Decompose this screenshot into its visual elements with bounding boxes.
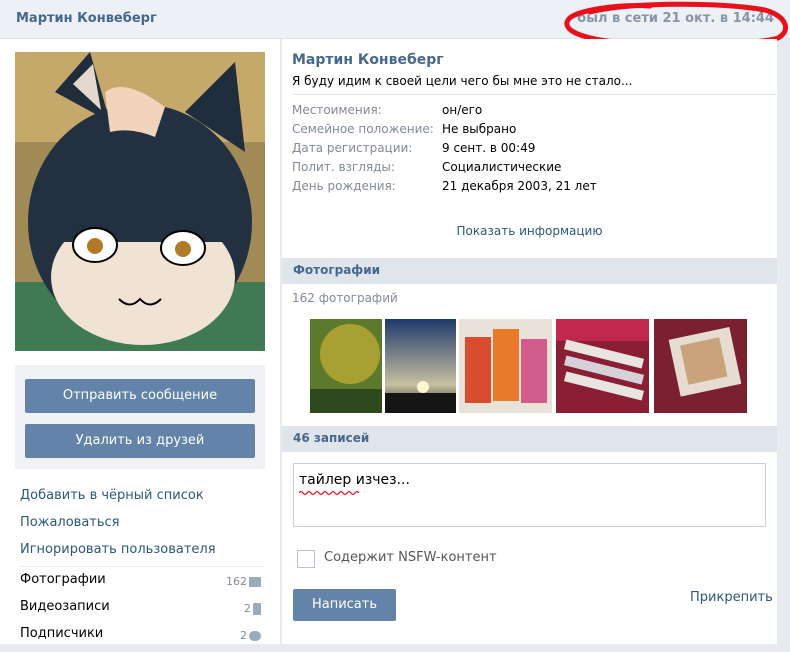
header-name[interactable]: Мартин Конвеберг — [16, 11, 157, 26]
info-row-birthday: День рождения: 21 декабря 2003, 21 лет — [292, 177, 597, 196]
info-label: Семейное положение: — [292, 122, 434, 136]
avatar[interactable] — [15, 52, 265, 351]
profile-status: Я буду идим к своей цели чего бы мне это… — [292, 74, 633, 88]
spellcheck-underline — [299, 490, 359, 496]
profile-name: Мартин Конвеберг — [292, 52, 444, 68]
post-submit-button[interactable]: Написать — [293, 589, 396, 621]
info-label: Дата регистрации: — [292, 141, 413, 155]
wall-section-header: 46 записей — [282, 426, 777, 452]
info-label: День рождения: — [292, 179, 396, 193]
send-message-button[interactable]: Отправить сообщение — [25, 379, 255, 413]
link-label: Пожаловаться — [20, 515, 120, 530]
link-label: Фотографии — [20, 572, 106, 587]
side-links: Добавить в чёрный список Пожаловаться Иг… — [20, 487, 265, 652]
link-blacklist[interactable]: Добавить в чёрный список — [20, 487, 265, 514]
attach-link[interactable]: Прикрепить — [690, 590, 773, 605]
info-row-pronouns: Местоимения: он/его — [292, 101, 597, 120]
section-title: Фотографии — [293, 263, 381, 277]
link-ignore[interactable]: Игнорировать пользователя — [20, 541, 265, 568]
link-label: Подписчики — [20, 626, 104, 641]
remove-friend-button[interactable]: Удалить из друзей — [25, 424, 255, 458]
link-label: Добавить в чёрный список — [20, 488, 204, 503]
photos-count: 162 — [226, 573, 261, 591]
info-row-registration: Дата регистрации: 9 сент. в 00:49 — [292, 139, 597, 158]
section-title: 46 записей — [293, 431, 370, 445]
nsfw-label[interactable]: Содержит NSFW-контент — [324, 550, 497, 565]
info-value: Социалистические — [442, 160, 562, 174]
photo-thumbnail[interactable] — [385, 319, 456, 413]
info-label: Местоимения: — [292, 103, 382, 117]
photo-thumbnail[interactable] — [654, 319, 747, 413]
left-column: Отправить сообщение Удалить из друзей До… — [0, 39, 280, 644]
link-report[interactable]: Пожаловаться — [20, 514, 265, 541]
info-row-political: Полит. взгляды: Социалистические — [292, 158, 597, 177]
info-value: 21 декабря 2003, 21 лет — [442, 179, 597, 193]
photos-count-text[interactable]: 162 фотографий — [292, 291, 398, 305]
photo-thumbnail[interactable] — [556, 319, 649, 413]
people-icon — [249, 631, 261, 641]
link-followers[interactable]: Подписчики 2 — [20, 625, 265, 652]
info-label: Полит. взгляды: — [292, 160, 395, 174]
info-value: Не выбрано — [442, 122, 517, 136]
photo-thumbnail[interactable] — [459, 319, 552, 413]
profile-info: Местоимения: он/его Семейное положение: Не… — [292, 101, 597, 196]
post-input[interactable]: тайлер изчез... — [293, 463, 766, 527]
profile-actions: Отправить сообщение Удалить из друзей — [15, 365, 265, 469]
info-value: он/его — [442, 103, 483, 117]
divider — [292, 94, 777, 95]
show-info-link[interactable]: Показать информацию — [282, 224, 777, 238]
photo-thumbnail[interactable] — [310, 319, 382, 413]
nsfw-checkbox[interactable] — [297, 550, 315, 568]
link-label: Видеозаписи — [20, 599, 110, 614]
info-row-relationship: Семейное положение: Не выбрано — [292, 120, 597, 139]
photos-section-header[interactable]: Фотографии — [282, 258, 777, 284]
link-photos[interactable]: Фотографии 162 — [20, 571, 265, 598]
link-videos[interactable]: Видеозаписи 2 — [20, 598, 265, 625]
link-label: Игнорировать пользователя — [20, 542, 216, 557]
videos-count: 2 — [244, 600, 261, 618]
camera-icon — [249, 577, 261, 587]
film-icon — [253, 603, 261, 615]
post-text: тайлер изчез... — [299, 472, 410, 488]
followers-count: 2 — [240, 627, 261, 645]
main-column: Мартин Конвеберг Я буду идим к своей цел… — [282, 39, 777, 644]
info-value: 9 сент. в 00:49 — [442, 141, 536, 155]
